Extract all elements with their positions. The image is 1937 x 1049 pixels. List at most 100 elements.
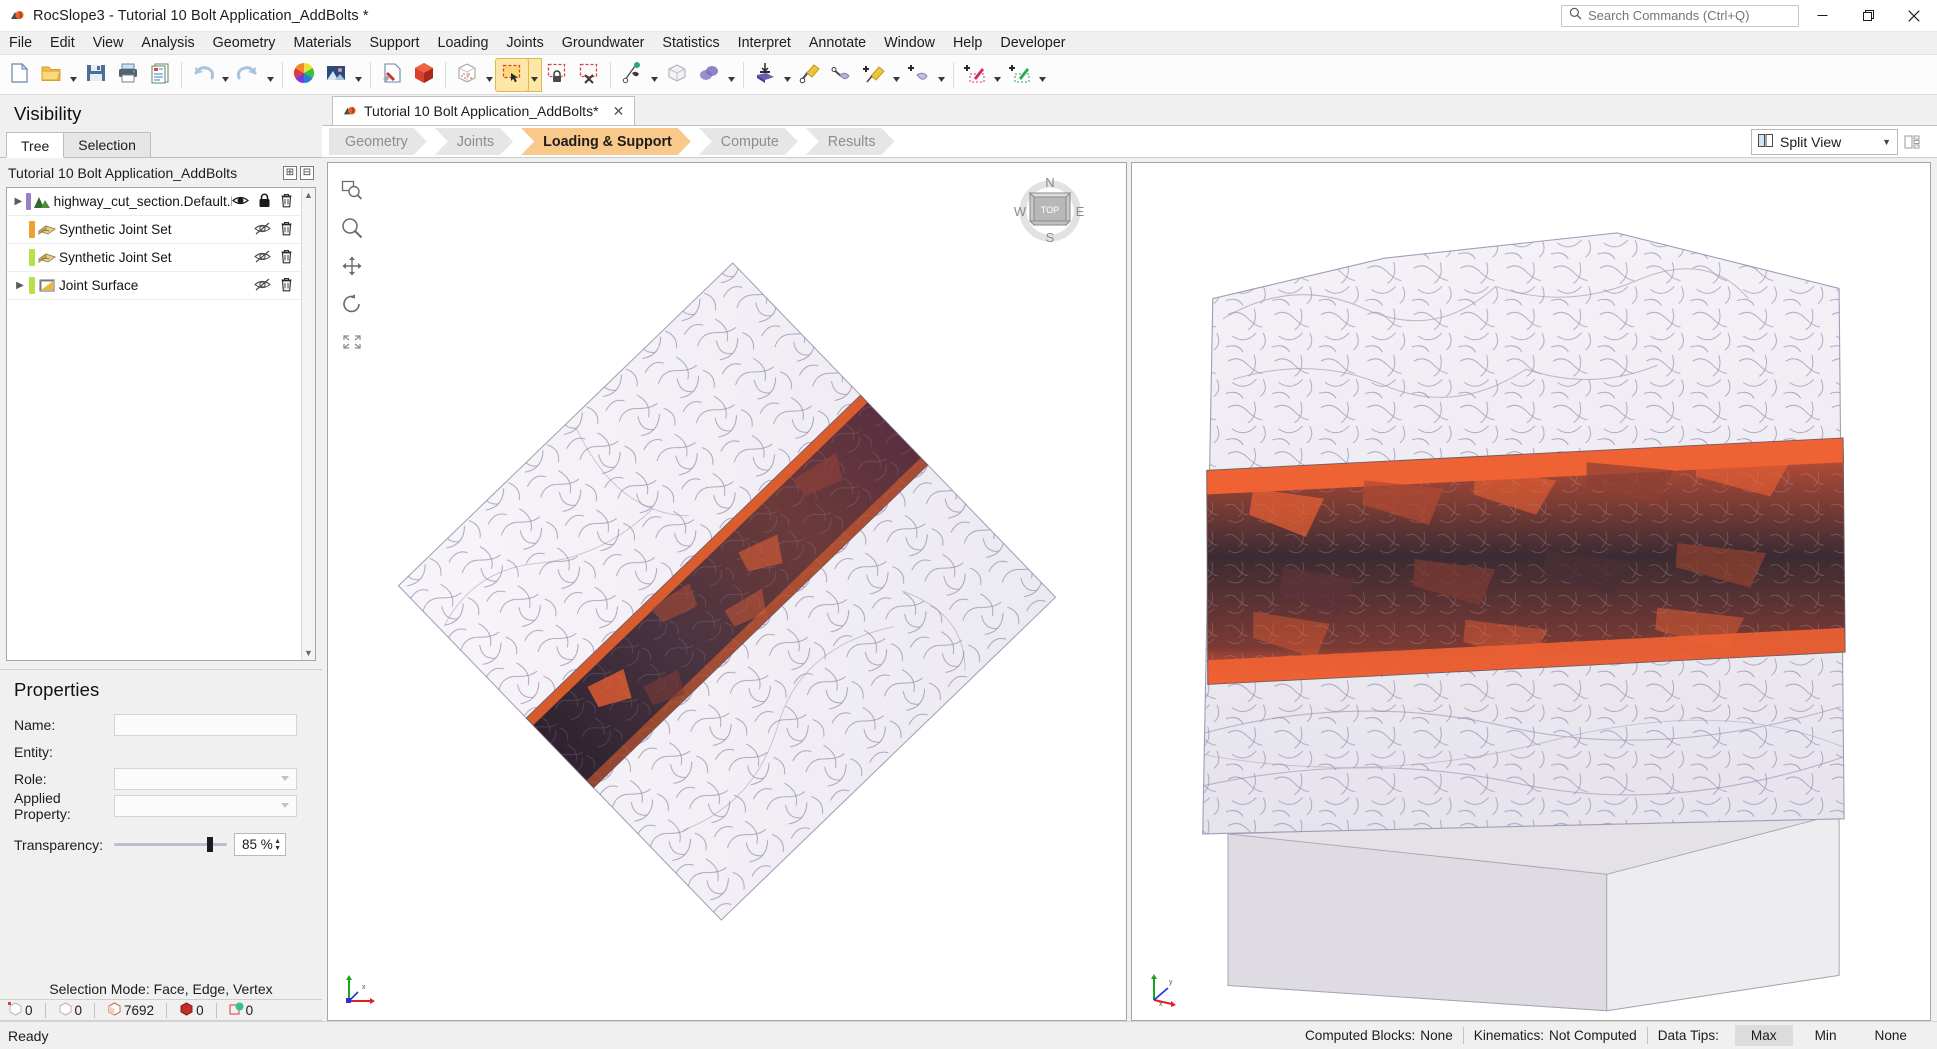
data-tips-min-button[interactable]: Min bbox=[1799, 1025, 1853, 1046]
undo-dropdown[interactable] bbox=[219, 59, 232, 91]
add-red-seismic-button[interactable] bbox=[959, 59, 991, 91]
pin-tool-dropdown[interactable] bbox=[648, 59, 661, 91]
search-input[interactable] bbox=[1588, 8, 1778, 23]
add-shotcrete-button[interactable] bbox=[903, 59, 935, 91]
add-bolt-dropdown[interactable] bbox=[890, 59, 903, 91]
expand-all-button[interactable]: ⊞ bbox=[283, 166, 297, 180]
split-view-select[interactable]: Split View ▼ bbox=[1751, 129, 1898, 155]
search-commands-box[interactable] bbox=[1561, 4, 1799, 27]
tree-scrollbar[interactable]: ▲ ▼ bbox=[301, 188, 315, 660]
color-wheel-button[interactable] bbox=[288, 59, 320, 91]
maximize-button[interactable] bbox=[1845, 0, 1891, 32]
stepper-arrows[interactable]: ▲ ▼ bbox=[274, 838, 285, 852]
minimize-button[interactable] bbox=[1799, 0, 1845, 32]
tree-item[interactable]: Synthetic Joint Set bbox=[7, 216, 301, 244]
solid-block-button[interactable] bbox=[408, 59, 440, 91]
menu-joints[interactable]: Joints bbox=[497, 32, 552, 55]
tree-item[interactable]: Synthetic Joint Set bbox=[7, 244, 301, 272]
close-window-button[interactable] bbox=[1891, 0, 1937, 32]
image-button[interactable] bbox=[320, 59, 352, 91]
select-clear-button[interactable] bbox=[573, 59, 605, 91]
tree-item[interactable]: ▶ Joint Surface bbox=[7, 272, 301, 300]
menu-support[interactable]: Support bbox=[360, 32, 428, 55]
add-green-seismic-button[interactable] bbox=[1004, 59, 1036, 91]
menu-annotate[interactable]: Annotate bbox=[800, 32, 875, 55]
view-layout-button[interactable] bbox=[1898, 129, 1925, 155]
redo-button[interactable] bbox=[232, 59, 264, 91]
import-support-dropdown[interactable] bbox=[781, 59, 794, 91]
tab-tree[interactable]: Tree bbox=[6, 132, 65, 158]
mesh-box-button[interactable] bbox=[451, 59, 483, 91]
role-select[interactable] bbox=[114, 767, 297, 790]
report-button[interactable] bbox=[144, 59, 176, 91]
select-lock-button[interactable] bbox=[541, 59, 573, 91]
add-bolt-button[interactable] bbox=[858, 59, 890, 91]
pan-icon[interactable] bbox=[339, 253, 365, 279]
workflow-step-compute[interactable]: Compute bbox=[699, 128, 798, 155]
delete-button[interactable] bbox=[280, 193, 293, 211]
expand-arrow-icon[interactable]: ▶ bbox=[11, 280, 29, 291]
visibility-toggle-hidden[interactable] bbox=[254, 222, 271, 238]
data-tips-none-button[interactable]: None bbox=[1859, 1025, 1924, 1046]
visibility-toggle-hidden[interactable] bbox=[254, 250, 271, 266]
view-compass[interactable]: TOP N S E W bbox=[1014, 175, 1086, 247]
overlap-blocks-button[interactable] bbox=[693, 59, 725, 91]
menu-file[interactable]: File bbox=[0, 32, 41, 55]
menu-developer[interactable]: Developer bbox=[991, 32, 1074, 55]
menu-groundwater[interactable]: Groundwater bbox=[553, 32, 654, 55]
menu-help[interactable]: Help bbox=[944, 32, 991, 55]
zoom-window-icon[interactable] bbox=[339, 177, 365, 203]
visibility-toggle-hidden[interactable] bbox=[254, 278, 271, 294]
open-folder-dropdown[interactable] bbox=[67, 59, 80, 91]
viewport-top[interactable]: TOP N S E W x bbox=[327, 162, 1127, 1021]
menu-statistics[interactable]: Statistics bbox=[653, 32, 728, 55]
zoom-icon[interactable] bbox=[339, 215, 365, 241]
new-file-button[interactable] bbox=[3, 59, 35, 91]
select-rectangle-button[interactable] bbox=[495, 57, 529, 92]
bolt-button[interactable] bbox=[794, 59, 826, 91]
viewport-perspective[interactable]: y x bbox=[1131, 162, 1931, 1021]
rotate-icon[interactable] bbox=[339, 291, 365, 317]
image-dropdown[interactable] bbox=[352, 59, 365, 91]
applied-property-select[interactable] bbox=[114, 794, 297, 817]
document-tool-button[interactable] bbox=[376, 59, 408, 91]
menu-loading[interactable]: Loading bbox=[429, 32, 498, 55]
chevron-down-icon[interactable]: ▼ bbox=[1882, 137, 1891, 147]
stepper-down-icon[interactable]: ▼ bbox=[274, 845, 281, 852]
save-button[interactable] bbox=[80, 59, 112, 91]
visibility-toggle-visible[interactable] bbox=[232, 194, 249, 210]
add-green-seismic-dropdown[interactable] bbox=[1036, 59, 1049, 91]
redo-dropdown[interactable] bbox=[264, 59, 277, 91]
pin-tool-button[interactable] bbox=[616, 59, 648, 91]
close-document-button[interactable]: ✕ bbox=[611, 103, 627, 120]
scroll-up-icon[interactable]: ▲ bbox=[304, 190, 313, 200]
workflow-step-geometry[interactable]: Geometry bbox=[329, 128, 427, 155]
scroll-down-icon[interactable]: ▼ bbox=[304, 648, 313, 658]
print-button[interactable] bbox=[112, 59, 144, 91]
transparency-stepper[interactable]: 85 % ▲ ▼ bbox=[234, 833, 286, 856]
workflow-step-loading-support[interactable]: Loading & Support bbox=[521, 128, 691, 155]
tab-selection[interactable]: Selection bbox=[63, 132, 151, 157]
wireframe-box-button[interactable] bbox=[661, 59, 693, 91]
lock-button[interactable] bbox=[258, 193, 271, 211]
menu-materials[interactable]: Materials bbox=[284, 32, 360, 55]
delete-button[interactable] bbox=[280, 277, 293, 295]
add-red-seismic-dropdown[interactable] bbox=[991, 59, 1004, 91]
import-support-button[interactable] bbox=[749, 59, 781, 91]
add-shotcrete-dropdown[interactable] bbox=[935, 59, 948, 91]
menu-geometry[interactable]: Geometry bbox=[204, 32, 285, 55]
document-tab[interactable]: Tutorial 10 Bolt Application_AddBolts* ✕ bbox=[332, 96, 635, 125]
slider-knob[interactable] bbox=[207, 837, 214, 852]
collapse-all-button[interactable]: ⊟ bbox=[300, 166, 314, 180]
open-folder-button[interactable] bbox=[35, 59, 67, 91]
tree-item[interactable]: ▶ highway_cut_section.Default.Mesh_ bbox=[7, 188, 301, 216]
expand-arrow-icon[interactable]: ▶ bbox=[11, 196, 26, 207]
workflow-step-joints[interactable]: Joints bbox=[435, 128, 513, 155]
menu-interpret[interactable]: Interpret bbox=[729, 32, 800, 55]
undo-button[interactable] bbox=[187, 59, 219, 91]
workflow-step-results[interactable]: Results bbox=[806, 128, 895, 155]
transparency-slider[interactable] bbox=[114, 834, 227, 856]
menu-window[interactable]: Window bbox=[875, 32, 944, 55]
select-rectangle-dropdown[interactable] bbox=[527, 57, 542, 92]
delete-button[interactable] bbox=[280, 249, 293, 267]
